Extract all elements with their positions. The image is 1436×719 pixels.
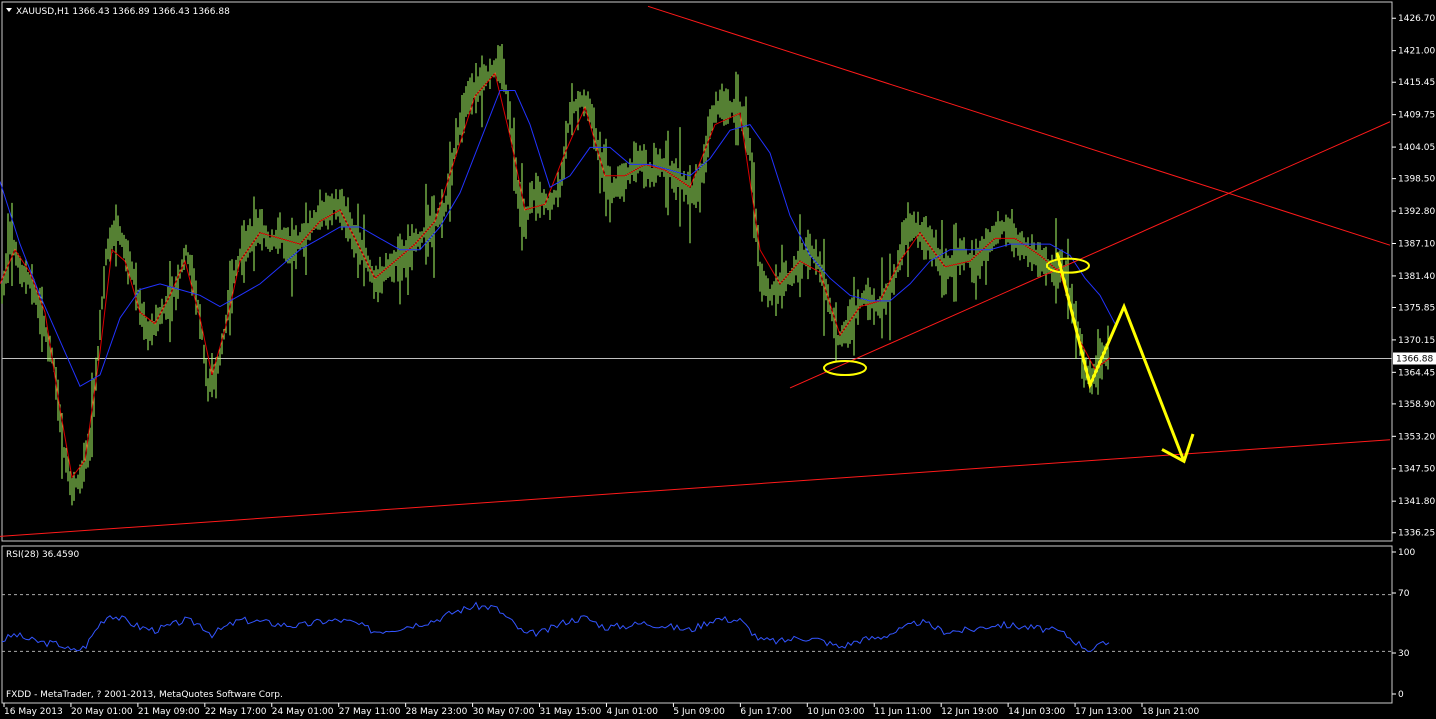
price-tick-label: 1381.40 [1398, 272, 1435, 282]
time-tick-label: 6 Jun 17:00 [740, 707, 792, 717]
time-tick-label: 16 May 2013 [4, 707, 63, 717]
time-tick-label: 11 Jun 11:00 [874, 707, 931, 717]
price-tick-label: 1364.45 [1398, 368, 1435, 378]
time-tick-label: 17 Jun 13:00 [1075, 707, 1132, 717]
time-tick-label: 18 Jun 21:00 [1142, 707, 1199, 717]
time-tick-label: 22 May 17:00 [205, 707, 267, 717]
time-tick-label: 31 May 15:00 [540, 707, 602, 717]
time-tick-label: 5 Jun 09:00 [673, 707, 725, 717]
copyright-text: FXDD - MetaTrader, ? 2001-2013, MetaQuot… [6, 690, 283, 700]
rsi-tick-70: 70 [1398, 589, 1410, 599]
price-tick-label: 1353.20 [1398, 432, 1435, 442]
price-tick-label: 1375.85 [1398, 303, 1435, 313]
time-tick-label: 21 May 09:00 [138, 707, 200, 717]
rsi-tick-0: 0 [1398, 690, 1404, 700]
rsi-tick-100: 100 [1398, 548, 1415, 558]
time-tick-label: 20 May 01:00 [71, 707, 133, 717]
price-tick-label: 1421.00 [1398, 47, 1435, 57]
main-chart-title: XAUUSD,H1 1366.43 1366.89 1366.43 1366.8… [16, 7, 230, 17]
current-price-label: 1366.88 [1396, 355, 1433, 365]
time-tick-label: 30 May 07:00 [473, 707, 535, 717]
time-tick-label: 10 Jun 03:00 [807, 707, 864, 717]
time-tick-label: 12 Jun 19:00 [941, 707, 998, 717]
price-tick-label: 1341.80 [1398, 497, 1435, 507]
price-tick-label: 1415.45 [1398, 78, 1435, 88]
price-tick-label: 1336.25 [1398, 529, 1435, 539]
time-tick-label: 24 May 01:00 [272, 707, 334, 717]
rsi-title: RSI(28) 36.4590 [6, 550, 79, 560]
price-tick-label: 1426.70 [1398, 14, 1435, 24]
price-tick-label: 1358.90 [1398, 400, 1435, 410]
price-tick-label: 1347.50 [1398, 465, 1435, 475]
chart-canvas: XAUUSD,H1 1366.43 1366.89 1366.43 1366.8… [0, 0, 1436, 719]
price-tick-label: 1398.50 [1398, 175, 1435, 185]
time-tick-label: 27 May 11:00 [339, 707, 401, 717]
rsi-tick-30: 30 [1398, 649, 1410, 659]
time-tick-label: 28 May 23:00 [406, 707, 468, 717]
price-tick-label: 1392.80 [1398, 207, 1435, 217]
time-tick-label: 4 Jun 01:00 [606, 707, 658, 717]
price-tick-label: 1387.10 [1398, 239, 1435, 249]
price-tick-label: 1409.75 [1398, 111, 1435, 121]
time-tick-label: 14 Jun 03:00 [1008, 707, 1065, 717]
price-tick-label: 1370.15 [1398, 336, 1435, 346]
price-tick-label: 1404.05 [1398, 143, 1435, 153]
